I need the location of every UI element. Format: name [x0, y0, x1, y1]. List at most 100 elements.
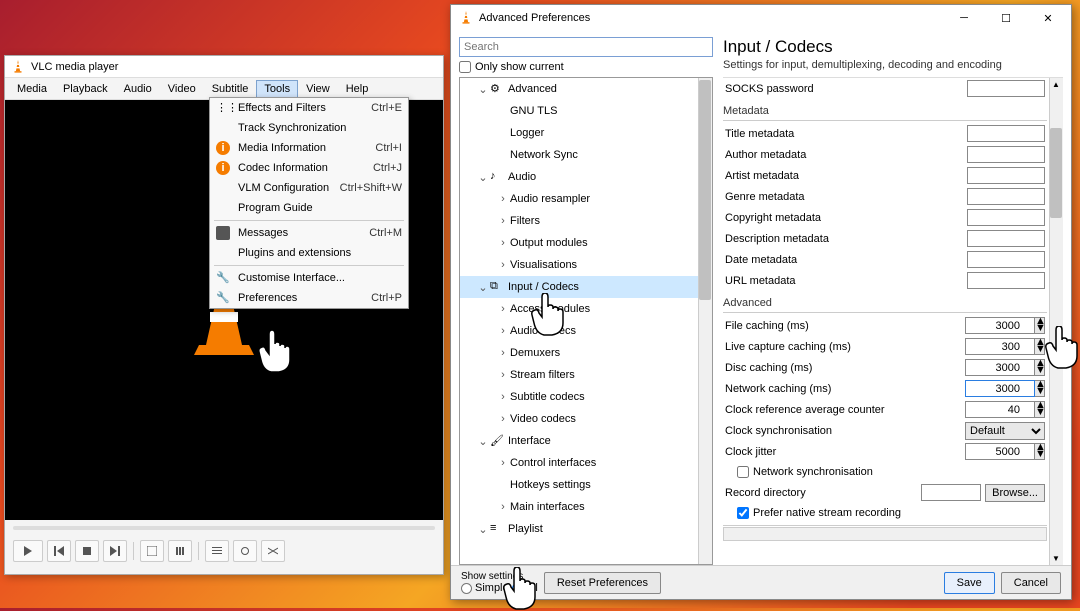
tree-item[interactable]: Hotkeys settings [460, 474, 712, 496]
fullscreen-button[interactable] [140, 540, 164, 562]
prefs-title: Advanced Preferences [479, 12, 590, 24]
loop-button[interactable] [233, 540, 257, 562]
tree-item[interactable]: ⌄⧉Input / Codecs [460, 276, 712, 298]
tree-item[interactable]: ›Audio codecs [460, 320, 712, 342]
shuffle-button[interactable] [261, 540, 285, 562]
tree-item[interactable]: ›Stream filters [460, 364, 712, 386]
menu-item-mediainfo[interactable]: iMedia InformationCtrl+I [210, 138, 408, 158]
spinner[interactable]: ▲▼ [1035, 380, 1045, 397]
tree-item[interactable]: ›Access modules [460, 298, 712, 320]
menu-item-effects[interactable]: ⋮⋮Effects and FiltersCtrl+E [210, 98, 408, 118]
tree-item[interactable]: ›Visualisations [460, 254, 712, 276]
wrench-icon: 🔧 [216, 271, 230, 285]
reset-preferences-button[interactable]: Reset Preferences [544, 572, 661, 594]
prev-button[interactable] [47, 540, 71, 562]
socks-pw-input[interactable] [967, 80, 1045, 97]
spinner[interactable]: ▲▼ [1035, 359, 1045, 376]
next-button[interactable] [103, 540, 127, 562]
live-caching-input[interactable] [965, 338, 1035, 355]
menu-item-plugins[interactable]: Plugins and extensions [210, 243, 408, 263]
menu-media[interactable]: Media [9, 80, 55, 98]
metadata-input[interactable] [967, 167, 1045, 184]
vlc-cone-icon [11, 60, 25, 74]
clock-ref-input[interactable] [965, 401, 1035, 418]
maximize-button[interactable]: ☐ [985, 6, 1027, 30]
metadata-input[interactable] [967, 209, 1045, 226]
prefs-tree[interactable]: ⌄⚙AdvancedGNU TLSLoggerNetwork Sync⌄♪Aud… [459, 77, 713, 565]
metadata-input[interactable] [967, 230, 1045, 247]
menu-item-codecinfo[interactable]: iCodec InformationCtrl+J [210, 158, 408, 178]
menu-item-messages[interactable]: MessagesCtrl+M [210, 223, 408, 243]
tree-item[interactable]: ⌄🖌Interface [460, 430, 712, 452]
menu-subtitle[interactable]: Subtitle [204, 80, 257, 98]
menu-audio[interactable]: Audio [116, 80, 160, 98]
network-sync-checkbox[interactable] [737, 466, 749, 478]
metadata-input[interactable] [967, 188, 1045, 205]
tree-item[interactable]: GNU TLS [460, 100, 712, 122]
tree-item[interactable]: ›Output modules [460, 232, 712, 254]
tree-item[interactable]: ›Demuxers [460, 342, 712, 364]
spinner[interactable]: ▲▼ [1035, 401, 1045, 418]
play-button[interactable] [13, 540, 43, 562]
search-input[interactable] [459, 37, 713, 57]
spinner[interactable]: ▲▼ [1035, 338, 1045, 355]
codec-icon: ⧉ [490, 280, 504, 294]
metadata-input[interactable] [967, 125, 1045, 142]
horizontal-scrollbar[interactable] [723, 527, 1047, 541]
tree-item[interactable]: Network Sync [460, 144, 712, 166]
tree-item[interactable]: ›Main interfaces [460, 496, 712, 518]
vlc-controls [5, 520, 443, 574]
tree-item[interactable]: ⌄♪Audio [460, 166, 712, 188]
network-caching-input[interactable] [965, 380, 1035, 397]
form-subtitle: Settings for input, demultiplexing, deco… [723, 59, 1063, 71]
menu-video[interactable]: Video [160, 80, 204, 98]
tree-item[interactable]: ›Control interfaces [460, 452, 712, 474]
info-icon: i [216, 141, 230, 155]
tree-item[interactable]: Logger [460, 122, 712, 144]
prefer-native-checkbox[interactable] [737, 507, 749, 519]
menu-item-customise[interactable]: 🔧Customise Interface... [210, 268, 408, 288]
all-radio[interactable] [512, 583, 523, 594]
prefs-tree-column: Only show current ⌄⚙AdvancedGNU TLSLogge… [459, 37, 713, 565]
simple-radio[interactable] [461, 583, 472, 594]
form-scrollbar[interactable]: ▲▼ [1049, 78, 1063, 565]
menu-item-programguide[interactable]: Program Guide [210, 198, 408, 218]
stop-button[interactable] [75, 540, 99, 562]
tree-item[interactable]: ›Audio resampler [460, 188, 712, 210]
clock-sync-select[interactable]: Default [965, 422, 1045, 440]
form-title: Input / Codecs [723, 37, 1063, 57]
minimize-button[interactable]: ─ [943, 6, 985, 30]
tree-item[interactable]: ⌄≡Playlist [460, 518, 712, 540]
clock-jitter-input[interactable] [965, 443, 1035, 460]
tree-item[interactable]: ›Filters [460, 210, 712, 232]
tree-item[interactable]: ⌄⚙Advanced [460, 78, 712, 100]
menu-item-vlm[interactable]: VLM ConfigurationCtrl+Shift+W [210, 178, 408, 198]
close-button[interactable]: ✕ [1027, 6, 1069, 30]
metadata-input[interactable] [967, 251, 1045, 268]
advanced-preferences-window: Advanced Preferences ─ ☐ ✕ Only show cur… [450, 4, 1072, 600]
tree-item[interactable]: ›Subtitle codecs [460, 386, 712, 408]
playlist-button[interactable] [205, 540, 229, 562]
socks-pw-label: SOCKS password [725, 83, 967, 95]
menu-tools[interactable]: Tools [256, 80, 298, 98]
vlc-seekbar[interactable] [5, 520, 443, 536]
metadata-input[interactable] [967, 146, 1045, 163]
disc-caching-input[interactable] [965, 359, 1035, 376]
file-caching-input[interactable] [965, 317, 1035, 334]
browse-button[interactable]: Browse... [985, 484, 1045, 502]
menu-playback[interactable]: Playback [55, 80, 116, 98]
menu-view[interactable]: View [298, 80, 338, 98]
menu-help[interactable]: Help [338, 80, 377, 98]
metadata-input[interactable] [967, 272, 1045, 289]
ext-settings-button[interactable] [168, 540, 192, 562]
save-button[interactable]: Save [944, 572, 995, 594]
record-dir-input[interactable] [921, 484, 981, 501]
spinner[interactable]: ▲▼ [1035, 443, 1045, 460]
tree-item[interactable]: ›Video codecs [460, 408, 712, 430]
menu-item-tracksync[interactable]: Track Synchronization [210, 118, 408, 138]
only-current-checkbox[interactable]: Only show current [459, 61, 713, 73]
spinner[interactable]: ▲▼ [1035, 317, 1045, 334]
cancel-button[interactable]: Cancel [1001, 572, 1061, 594]
tree-scrollbar[interactable] [698, 78, 712, 564]
menu-item-preferences[interactable]: 🔧PreferencesCtrl+P [210, 288, 408, 308]
